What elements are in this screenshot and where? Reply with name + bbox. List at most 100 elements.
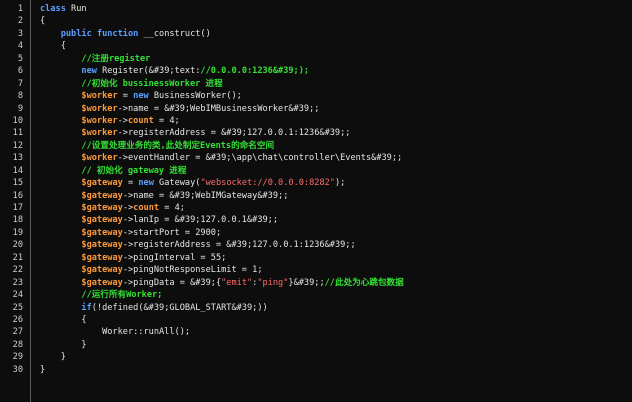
code-line[interactable]: 4 { xyxy=(0,40,632,52)
line-number: 10 xyxy=(12,115,23,126)
code-token: Worker::runAll(); xyxy=(40,327,191,338)
code-line[interactable]: 21 $gateway->pingInterval = 55; xyxy=(0,252,632,264)
code-token: ->name = &#39;WebIMGateway&#39;; xyxy=(122,190,289,201)
code-text: $gateway->name = &#39;WebIMGateway&#39;; xyxy=(40,190,288,202)
code-token: function xyxy=(96,28,139,39)
code-line[interactable]: 26 { xyxy=(0,314,632,326)
code-token: = 4; xyxy=(159,203,185,213)
code-line[interactable]: 15 $gateway = new Gateway("websocket://0… xyxy=(0,177,632,189)
code-token: public xyxy=(60,28,92,39)
code-token: $gateway xyxy=(81,252,123,263)
code-line[interactable]: 29 } xyxy=(0,351,632,363)
code-token: ->startPort = 2900; xyxy=(122,227,222,238)
code-text: $gateway->pingNotResponseLimit = 1; xyxy=(40,264,263,276)
code-line[interactable]: 5 //注册register xyxy=(0,53,632,65)
code-line[interactable]: 13 $worker->eventHandler = &#39;\app\cha… xyxy=(0,152,632,164)
code-line[interactable]: 14 // 初始化 gateway 进程 xyxy=(0,165,632,177)
code-line[interactable]: 30} xyxy=(0,364,632,376)
code-token: $gateway xyxy=(81,240,123,251)
code-line[interactable]: 8 $worker = new BusinessWorker(); xyxy=(0,90,632,102)
code-line[interactable]: 22 $gateway->pingNotResponseLimit = 1; xyxy=(0,264,632,276)
code-token: $gateway xyxy=(81,265,123,276)
code-text: //设置处理业务的类,此处制定Events的命名空间 xyxy=(40,140,274,152)
code-token: class xyxy=(40,4,66,14)
code-token: ->name = &#39;WebIMBusinessWorker&#39;; xyxy=(117,103,320,114)
code-token: if xyxy=(81,302,92,313)
code-text: $worker->registerAddress = &#39;127.0.0.… xyxy=(40,127,350,139)
line-number: 25 xyxy=(12,302,23,313)
code-text: $gateway->pingData = &#39;{"emit":"ping"… xyxy=(40,277,403,289)
code-line[interactable]: 3 public function __construct() xyxy=(0,28,632,40)
code-token: } xyxy=(40,339,87,350)
code-line[interactable]: 25 if(!defined(&#39;GLOBAL_START&#39;)) xyxy=(0,302,632,314)
code-line[interactable]: 12 //设置处理业务的类,此处制定Events的命名空间 xyxy=(0,140,632,152)
line-number: 1 xyxy=(17,4,23,14)
code-token: $gateway xyxy=(81,215,123,226)
code-text: $worker->count = 4; xyxy=(40,115,179,127)
code-line[interactable]: 19 $gateway->startPort = 2900; xyxy=(0,227,632,239)
line-number: 26 xyxy=(12,314,23,325)
code-line[interactable]: 20 $gateway->registerAddress = &#39;127.… xyxy=(0,239,632,251)
code-line[interactable]: 23 $gateway->pingData = &#39;{"emit":"pi… xyxy=(0,277,632,289)
code-text: $gateway->count = 4; xyxy=(40,202,185,214)
code-token: $worker xyxy=(81,115,118,126)
code-token: -> xyxy=(122,203,134,213)
code-text: $gateway = new Gateway("websocket://0.0.… xyxy=(40,177,345,189)
code-token: $worker xyxy=(81,128,118,139)
line-number: 21 xyxy=(12,252,23,263)
code-text: { xyxy=(40,15,45,27)
code-token: //注册register xyxy=(81,53,151,64)
code-text: new Register(&#39;text://0.0.0.0:1236&#3… xyxy=(40,65,309,77)
code-line[interactable]: 28 } xyxy=(0,339,632,351)
line-number: 20 xyxy=(12,240,23,251)
code-token: } xyxy=(40,364,46,375)
code-line[interactable]: 11 $worker->registerAddress = &#39;127.0… xyxy=(0,127,632,139)
line-number: 27 xyxy=(12,327,23,338)
code-line[interactable]: 6 new Register(&#39;text://0.0.0.0:1236&… xyxy=(0,65,632,77)
code-text: class Run xyxy=(40,3,87,15)
code-token: Register(&#39;text: xyxy=(96,66,201,77)
code-token: ->pingNotResponseLimit = 1; xyxy=(122,265,263,276)
code-line[interactable]: 18 $gateway->lanIp = &#39;127.0.0.1&#39;… xyxy=(0,214,632,226)
code-line[interactable]: 16 $gateway->name = &#39;WebIMGateway&#3… xyxy=(0,190,632,202)
code-token: //0.0.0.0:1236&#39;); xyxy=(200,66,310,77)
code-line[interactable]: 2{ xyxy=(0,15,632,27)
line-number: 30 xyxy=(12,364,23,375)
code-line[interactable]: 17 $gateway->count = 4; xyxy=(0,202,632,214)
code-line[interactable]: 1 class Run xyxy=(0,3,632,15)
code-line[interactable]: 10 $worker->count = 4; xyxy=(0,115,632,127)
code-line[interactable]: 24 //运行所有Worker; xyxy=(0,289,632,301)
code-token: $gateway xyxy=(81,227,123,238)
code-line[interactable]: 7 //初始化 bussinessWorker 进程 xyxy=(0,78,632,90)
code-text: //运行所有Worker; xyxy=(40,289,162,301)
code-token: //初始化 bussinessWorker 进程 xyxy=(81,78,223,89)
code-token: ->lanIp = &#39;127.0.0.1&#39;; xyxy=(122,215,279,226)
code-token: new xyxy=(133,91,149,102)
line-number: 19 xyxy=(12,227,23,238)
code-line[interactable]: 9 $worker->name = &#39;WebIMBusinessWork… xyxy=(0,103,632,115)
code-text: } xyxy=(40,364,45,376)
code-token: count xyxy=(133,203,160,213)
code-token: ->eventHandler = &#39;\app\chat\controll… xyxy=(117,153,403,164)
code-editor[interactable]: 1 class Run 2{3 public function __construc… xyxy=(0,0,632,402)
line-number: 4 xyxy=(17,41,23,52)
line-number: 24 xyxy=(12,290,23,301)
code-line[interactable]: 27 Worker::runAll(); xyxy=(0,326,632,338)
code-text: $gateway->registerAddress = &#39;127.0.0… xyxy=(40,239,355,251)
line-number: 9 xyxy=(17,103,23,114)
